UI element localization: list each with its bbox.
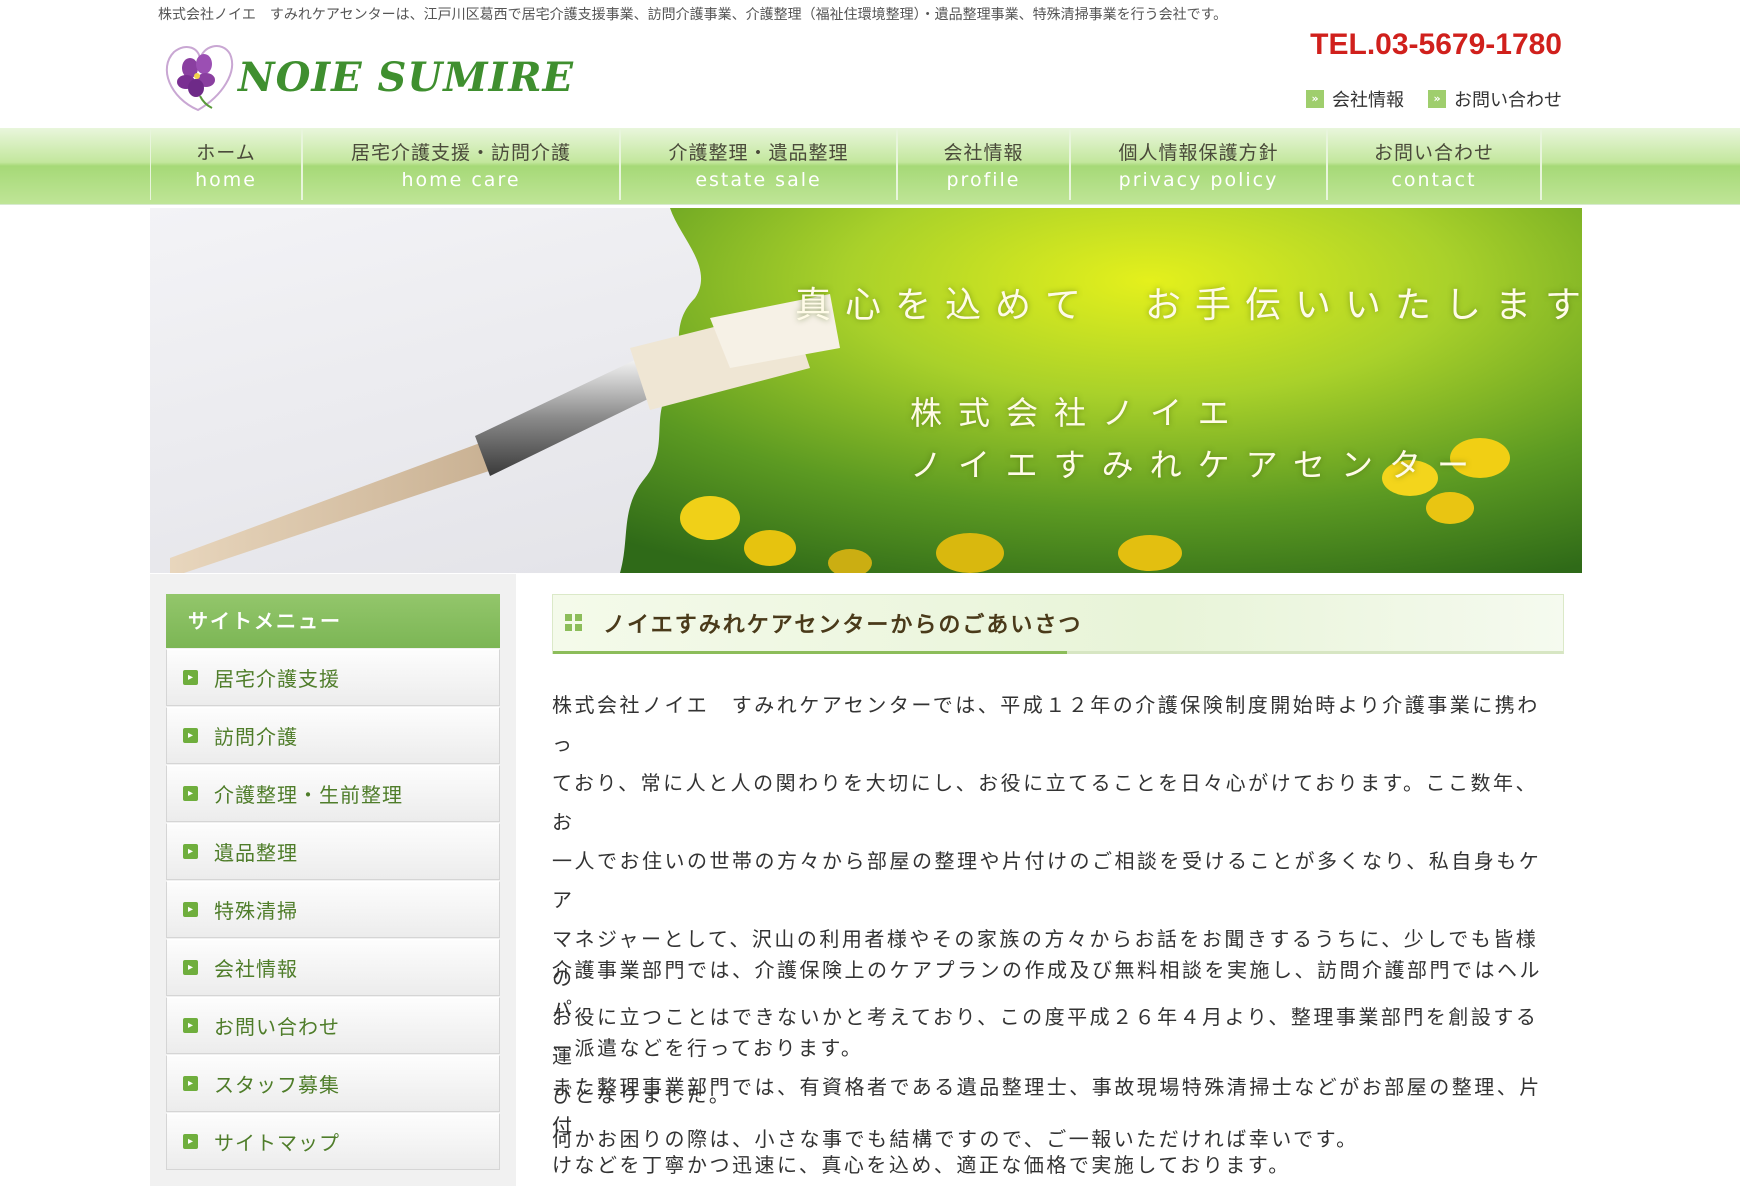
nav-item-privacy-policy[interactable]: 個人情報保護方針 privacy policy	[1071, 128, 1328, 200]
sidebar-item-home-care-support[interactable]: ▸ 居宅介護支援	[166, 649, 500, 706]
logo-text: NOIE SUMIRE	[238, 54, 575, 101]
paragraph-line: ー派遣などを行っております。	[552, 1036, 864, 1060]
hero-company-name: 株式会社ノイエ	[910, 394, 1246, 432]
hero-headline: 真心を込めて お手伝いいたします	[795, 285, 1582, 326]
arrow-right-icon: ▸	[183, 670, 198, 685]
header-links: » 会社情報 » お問い合わせ	[1306, 86, 1562, 112]
sidebar-item-label: 居宅介護支援	[214, 667, 340, 691]
nav-label-jp: ホーム	[196, 141, 256, 164]
sidebar-item-company-info[interactable]: ▸ 会社情報	[166, 939, 500, 996]
header-link-contact[interactable]: » お問い合わせ	[1428, 86, 1562, 112]
section-title: ノイエすみれケアセンターからのごあいさつ	[603, 613, 1083, 638]
site-tagline: 株式会社ノイエ すみれケアセンターは、江戸川区葛西で居宅介護支援事業、訪問介護事…	[158, 7, 1228, 23]
nav-item-estate-sale[interactable]: 介護整理・遺品整理 estate sale	[621, 128, 898, 200]
nav-label-jp: 会社情報	[943, 141, 1024, 164]
sidebar-item-sitemap[interactable]: ▸ サイトマップ	[166, 1113, 500, 1170]
hero-banner: 真心を込めて お手伝いいたします 株式会社ノイエ ノイエすみれケアセンター	[150, 208, 1582, 573]
sidebar-item-care-organizing[interactable]: ▸ 介護整理・生前整理	[166, 765, 500, 822]
sidebar-item-estate-organizing[interactable]: ▸ 遺品整理	[166, 823, 500, 880]
nav-label-jp: 居宅介護支援・訪問介護	[350, 141, 571, 164]
violet-flower-logo-icon	[165, 45, 233, 112]
arrow-right-icon: ▸	[183, 960, 198, 975]
main-nav: ホーム home 居宅介護支援・訪問介護 home care 介護整理・遺品整理…	[150, 128, 1542, 200]
nav-label-en: home	[195, 168, 257, 191]
sidebar-item-label: サイトマップ	[214, 1131, 340, 1155]
sidebar-item-label: 訪問介護	[214, 725, 298, 749]
sidebar-item-special-cleaning[interactable]: ▸ 特殊清掃	[166, 881, 500, 938]
nav-label-en: contact	[1391, 168, 1477, 191]
nav-label-en: estate sale	[695, 168, 822, 191]
hero-background-image	[150, 208, 1582, 573]
paragraph-line: ており、常に人と人の関わりを大切にし、お役に立てることを日々心がけております。こ…	[552, 771, 1538, 834]
sidebar-title: サイトメニュー	[166, 594, 500, 648]
sidebar-menu: サイトメニュー ▸ 居宅介護支援 ▸ 訪問介護 ▸ 介護整理・生前整理 ▸ 遺品…	[166, 594, 500, 1170]
site-logo[interactable]: NOIE SUMIRE	[160, 38, 580, 116]
header-link-company[interactable]: » 会社情報	[1306, 86, 1404, 112]
arrow-right-icon: ▸	[183, 1134, 198, 1149]
nav-label-jp: 介護整理・遺品整理	[668, 141, 849, 164]
sidebar-item-label: 遺品整理	[214, 841, 298, 865]
nav-item-contact[interactable]: お問い合わせ contact	[1328, 128, 1542, 200]
heading-underline	[553, 651, 1067, 654]
phone-number: TEL.03-5679-1780	[1310, 28, 1562, 61]
paragraph-line: 一人でお住いの世帯の方々から部屋の整理や片付けのご相談を受けることが多くなり、私…	[552, 849, 1542, 912]
main-content: ノイエすみれケアセンターからのごあいさつ 株式会社ノイエ すみれケアセンターでは…	[552, 594, 1564, 1177]
nav-item-home-care[interactable]: 居宅介護支援・訪問介護 home care	[303, 128, 621, 200]
grid-squares-icon	[565, 614, 583, 632]
nav-item-profile[interactable]: 会社情報 profile	[898, 128, 1071, 200]
arrow-right-icon: ▸	[183, 728, 198, 743]
arrow-right-icon: ▸	[183, 902, 198, 917]
hero-center-name: ノイエすみれケアセンター	[910, 446, 1486, 484]
header-link-label: 会社情報	[1332, 90, 1404, 111]
double-chevron-right-icon: »	[1306, 90, 1324, 108]
paragraph-line: 株式会社ノイエ すみれケアセンターでは、平成１２年の介護保険制度開始時より介護事…	[552, 693, 1540, 756]
sidebar-item-label: お問い合わせ	[214, 1015, 340, 1039]
arrow-right-icon: ▸	[183, 1076, 198, 1091]
nav-label-en: privacy policy	[1118, 168, 1279, 191]
nav-label-en: profile	[946, 168, 1021, 191]
header-link-label: お問い合わせ	[1454, 90, 1562, 111]
sidebar-item-label: 特殊清掃	[214, 899, 298, 923]
arrow-right-icon: ▸	[183, 786, 198, 801]
sidebar-item-label: 会社情報	[214, 957, 298, 981]
sidebar-item-label: 介護整理・生前整理	[214, 783, 403, 807]
sidebar-item-contact[interactable]: ▸ お問い合わせ	[166, 997, 500, 1054]
paragraph-line: 何かお困りの際は、小さな事でも結構ですので、ご一報いただければ幸いです。	[552, 1127, 1359, 1151]
nav-label-jp: お問い合わせ	[1373, 141, 1494, 164]
section-heading: ノイエすみれケアセンターからのごあいさつ	[552, 594, 1564, 654]
double-chevron-right-icon: »	[1428, 90, 1446, 108]
paragraph-line: 介護事業部門では、介護保険上のケアプランの作成及び無料相談を実施し、訪問介護部門…	[552, 958, 1542, 1021]
arrow-right-icon: ▸	[183, 1018, 198, 1033]
nav-label-jp: 個人情報保護方針	[1118, 141, 1279, 164]
nav-label-en: home care	[401, 168, 521, 191]
sidebar-item-label: スタッフ募集	[214, 1073, 340, 1097]
greeting-paragraph-3: 何かお困りの際は、小さな事でも結構ですので、ご一報いただければ幸いです。	[552, 1120, 1552, 1159]
sidebar-item-visiting-care[interactable]: ▸ 訪問介護	[166, 707, 500, 764]
arrow-right-icon: ▸	[183, 844, 198, 859]
nav-item-home[interactable]: ホーム home	[151, 128, 303, 200]
sidebar-item-recruitment[interactable]: ▸ スタッフ募集	[166, 1055, 500, 1112]
